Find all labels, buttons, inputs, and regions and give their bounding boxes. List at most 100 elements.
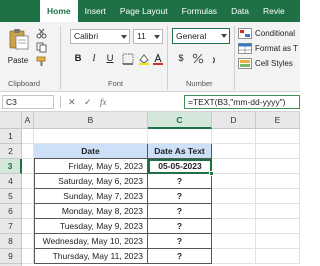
chevron-down-icon: [121, 35, 127, 39]
cell-e6[interactable]: [256, 204, 300, 219]
row-header-9[interactable]: 9: [0, 249, 22, 264]
row-header-1[interactable]: 1: [0, 129, 22, 144]
group-divider: [234, 26, 235, 90]
cell-e1[interactable]: [256, 129, 300, 144]
cell-c1[interactable]: [148, 129, 212, 144]
table-header-date-as-text[interactable]: Date As Text: [148, 144, 212, 159]
font-size-select[interactable]: 11: [133, 29, 163, 44]
row-header-3[interactable]: 3: [0, 159, 22, 174]
cell-a2[interactable]: [22, 144, 34, 159]
cell-e4[interactable]: [256, 174, 300, 189]
tab-review[interactable]: Revie: [256, 0, 292, 22]
select-all-corner[interactable]: [0, 112, 22, 129]
table-cell-date-as-text[interactable]: ?: [148, 219, 212, 234]
cell-e2[interactable]: [256, 144, 300, 159]
cell-a7[interactable]: [22, 219, 34, 234]
paste-label: Paste: [7, 56, 29, 65]
conditional-formatting-label: Conditional: [255, 29, 296, 38]
cell-a3[interactable]: [22, 159, 34, 174]
fill-color-icon[interactable]: [138, 53, 150, 65]
cell-a1[interactable]: [22, 129, 34, 144]
format-painter-icon[interactable]: [36, 56, 47, 67]
conditional-formatting-button[interactable]: Conditional: [238, 27, 295, 40]
cell-e7[interactable]: [256, 219, 300, 234]
cell-a4[interactable]: [22, 174, 34, 189]
cell-e9[interactable]: [256, 249, 300, 264]
row-header-7[interactable]: 7: [0, 219, 22, 234]
cell-d4[interactable]: [212, 174, 256, 189]
underline-button[interactable]: U: [104, 52, 116, 66]
format-as-table-button[interactable]: Format as T: [238, 42, 298, 55]
cell-e3[interactable]: [256, 159, 300, 174]
cell-d3[interactable]: [212, 159, 256, 174]
tab-data[interactable]: Data: [224, 0, 256, 22]
scissors-icon[interactable]: [36, 28, 47, 39]
currency-format-button[interactable]: $: [174, 52, 188, 64]
column-header-c[interactable]: C: [148, 112, 212, 129]
font-color-icon[interactable]: [152, 53, 164, 65]
number-format-select[interactable]: General: [172, 28, 230, 44]
chevron-down-icon: [154, 35, 160, 39]
cell-d1[interactable]: [212, 129, 256, 144]
cell-d6[interactable]: [212, 204, 256, 219]
formula-input[interactable]: =TEXT(B3,"mm-dd-yyyy"): [184, 95, 300, 109]
cell-b1[interactable]: [34, 129, 148, 144]
table-cell-date[interactable]: Monday, May 8, 2023: [34, 204, 148, 219]
borders-icon[interactable]: [122, 53, 134, 65]
cell-a5[interactable]: [22, 189, 34, 204]
bold-button[interactable]: B: [72, 52, 84, 66]
cell-d9[interactable]: [212, 249, 256, 264]
tab-home[interactable]: Home: [40, 0, 78, 22]
font-name-select[interactable]: Calibri: [70, 29, 130, 44]
active-cell-c3[interactable]: 05-05-2023: [148, 159, 212, 174]
table-header-date[interactable]: Date: [34, 144, 148, 159]
column-header-e[interactable]: E: [256, 112, 300, 129]
table-cell-date[interactable]: Friday, May 5, 2023: [34, 159, 148, 174]
row-header-5[interactable]: 5: [0, 189, 22, 204]
table-cell-date-as-text[interactable]: ?: [148, 174, 212, 189]
group-divider: [60, 26, 61, 90]
font-group-label: Font: [108, 79, 124, 88]
cell-styles-button[interactable]: Cell Styles: [238, 57, 293, 70]
table-cell-date-as-text[interactable]: ?: [148, 189, 212, 204]
table-cell-date[interactable]: Thursday, May 11, 2023: [34, 249, 148, 264]
paste-button[interactable]: Paste: [4, 26, 32, 72]
cell-d8[interactable]: [212, 234, 256, 249]
table-cell-date-as-text[interactable]: ?: [148, 204, 212, 219]
cancel-icon[interactable]: ✕: [68, 95, 76, 109]
tab-insert[interactable]: Insert: [78, 0, 113, 22]
cell-d7[interactable]: [212, 219, 256, 234]
cell-a8[interactable]: [22, 234, 34, 249]
enter-icon[interactable]: ✓: [84, 95, 92, 109]
table-cell-date[interactable]: Wednesday, May 10, 2023: [34, 234, 148, 249]
italic-button[interactable]: I: [88, 52, 100, 66]
table-cell-date[interactable]: Sunday, May 7, 2023: [34, 189, 148, 204]
comma-style-icon[interactable]: [208, 53, 220, 64]
column-header-b[interactable]: B: [34, 112, 148, 129]
cell-e5[interactable]: [256, 189, 300, 204]
table-cell-date-as-text[interactable]: ?: [148, 234, 212, 249]
cell-a6[interactable]: [22, 204, 34, 219]
percent-icon[interactable]: [192, 53, 204, 64]
cell-a9[interactable]: [22, 249, 34, 264]
row-header-2[interactable]: 2: [0, 144, 22, 159]
tab-page-layout[interactable]: Page Layout: [113, 0, 175, 22]
row-header-4[interactable]: 4: [0, 174, 22, 189]
tab-file[interactable]: [0, 0, 40, 22]
table-cell-date-as-text[interactable]: ?: [148, 249, 212, 264]
table-cell-date[interactable]: Tuesday, May 9, 2023: [34, 219, 148, 234]
column-header-a[interactable]: A: [22, 112, 34, 129]
cell-e8[interactable]: [256, 234, 300, 249]
cell-d2[interactable]: [212, 144, 256, 159]
row-header-6[interactable]: 6: [0, 204, 22, 219]
table-cell-date[interactable]: Saturday, May 6, 2023: [34, 174, 148, 189]
copy-icon[interactable]: [36, 42, 47, 53]
column-header-d[interactable]: D: [212, 112, 256, 129]
fill-handle[interactable]: [209, 171, 214, 176]
tab-formulas[interactable]: Formulas: [175, 0, 224, 22]
insert-function-button[interactable]: fx: [100, 95, 107, 109]
font-size-value: 11: [137, 31, 146, 41]
row-header-8[interactable]: 8: [0, 234, 22, 249]
name-box[interactable]: C3: [2, 95, 54, 109]
cell-d5[interactable]: [212, 189, 256, 204]
